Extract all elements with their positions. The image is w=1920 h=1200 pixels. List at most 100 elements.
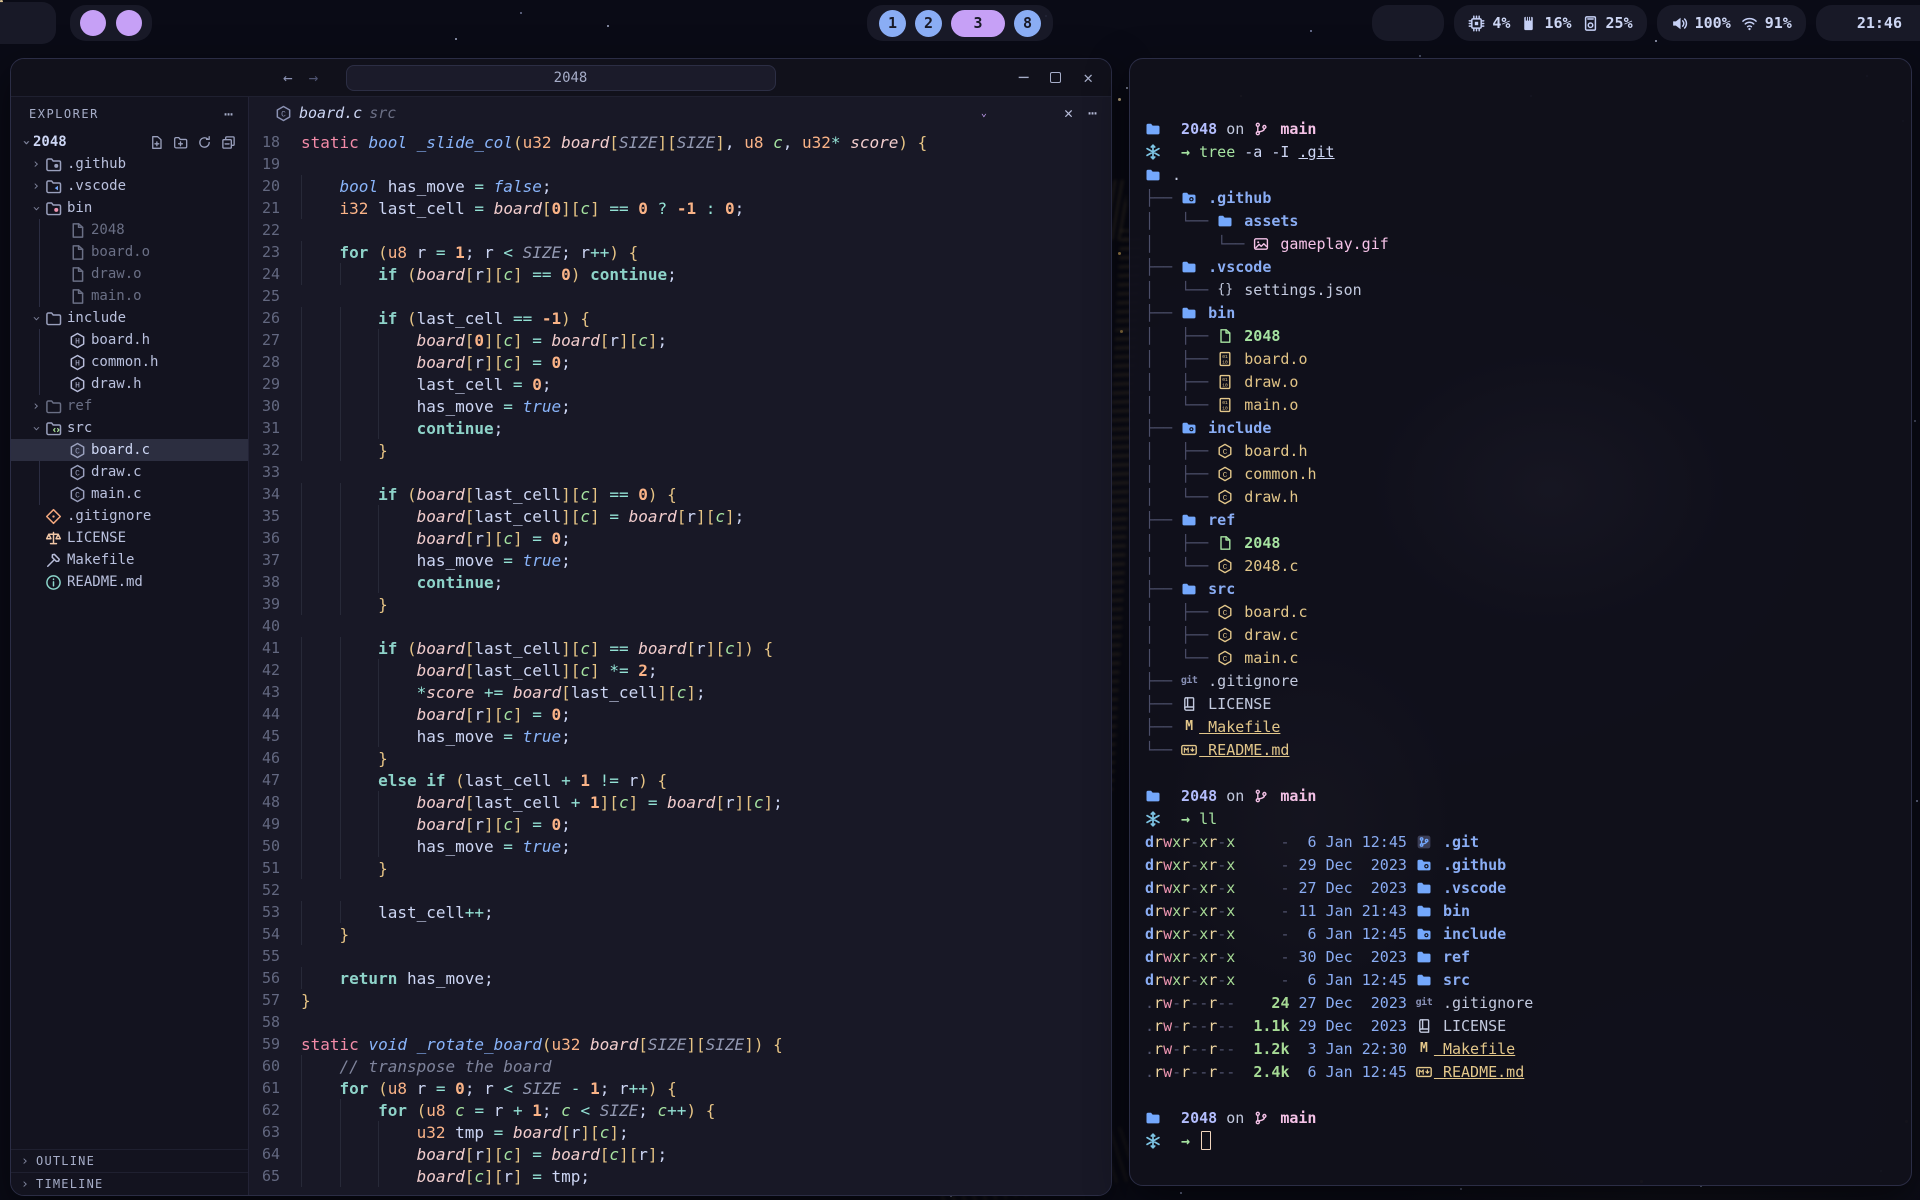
terminal-window[interactable]: 2048 on main → tree -a -I .git .├── .git… [1129, 58, 1912, 1186]
chevron-down-icon[interactable]: › [29, 311, 44, 325]
explorer-item-README.md[interactable]: README.md [11, 571, 248, 593]
explorer-more-button[interactable]: ⋯ [224, 105, 234, 123]
explorer-item-ref[interactable]: ›ref [11, 395, 248, 417]
explorer-label: board.o [91, 244, 150, 260]
tree-guide: ├── [1145, 672, 1181, 690]
chevron-down-icon[interactable]: › [19, 135, 34, 149]
workspace-badge-1[interactable]: 1 [879, 10, 906, 37]
explorer-item-main.c[interactable]: Cmain.c [11, 483, 248, 505]
code-line-46: 46} [249, 747, 1111, 769]
resource-monitor[interactable]: 4%16%25% [1454, 5, 1646, 41]
folder-icon [1217, 213, 1233, 229]
perm-char: r [1208, 833, 1217, 851]
svg-text:01: 01 [1222, 400, 1228, 406]
chex-t-icon: C [1217, 466, 1233, 482]
refresh-explorer-button[interactable] [197, 135, 212, 150]
explorer-item-.gitignore[interactable]: .gitignore [11, 505, 248, 527]
cpu-stat: 4% [1468, 14, 1510, 32]
explorer-item-.github[interactable]: ›.github [11, 153, 248, 175]
file-size: - [1235, 879, 1289, 897]
split-editor-button[interactable] [1033, 105, 1049, 121]
command-center-search[interactable]: 2048 [346, 65, 776, 91]
explorer-item-.vscode[interactable]: ›.vscode [11, 175, 248, 197]
code-line-21: 21i32 last_cell = board[0][c] == 0 ? -1 … [249, 197, 1111, 219]
explorer-item-draw.h[interactable]: Hdraw.h [11, 373, 248, 395]
explorer-item-2048[interactable]: 2048 [11, 219, 248, 241]
perm-char: r [1181, 856, 1190, 874]
close-button[interactable]: ✕ [1083, 68, 1093, 87]
tree-entry-name: board.o [1235, 350, 1307, 368]
run-debug-button[interactable] [961, 105, 977, 121]
explorer-item-common.h[interactable]: Hcommon.h [11, 351, 248, 373]
explorer-item-Makefile[interactable]: Makefile [11, 549, 248, 571]
chevron-down-icon[interactable]: › [29, 421, 44, 435]
line-number: 50 [249, 837, 301, 855]
explorer-item-main.o[interactable]: main.o [11, 285, 248, 307]
perm-char: x [1199, 925, 1208, 943]
run-dropdown-icon[interactable]: ⌄ [981, 108, 987, 119]
perm-char: r [1154, 971, 1163, 989]
clock-widget[interactable]: 21:46 [1816, 5, 1920, 41]
editor-more-button[interactable]: ⋯ [1088, 104, 1097, 122]
tree-entry-name: src [1199, 580, 1235, 598]
nav-forward-button[interactable]: → [309, 68, 319, 87]
new-file-button[interactable] [149, 135, 164, 150]
code-line-30: 30has_move = true; [249, 395, 1111, 417]
explorer-item-draw.c[interactable]: Cdraw.c [11, 461, 248, 483]
explorer-item-board.o[interactable]: board.o [11, 241, 248, 263]
explorer-item-draw.o[interactable]: draw.o [11, 263, 248, 285]
explorer-item-board.c[interactable]: Cboard.c [11, 439, 248, 461]
code-line-18: 18static bool _slide_col(u32 board[SIZE]… [249, 131, 1111, 153]
prompt-snowflake-icon [1145, 144, 1161, 160]
explorer-item-board.h[interactable]: Hboard.h [11, 329, 248, 351]
code-line-34: 34if (board[last_cell][c] == 0) { [249, 483, 1111, 505]
explorer-item-bin[interactable]: ›bin [11, 197, 248, 219]
signal-icon [1386, 15, 1403, 32]
workspace-badge-3[interactable]: 3 [951, 10, 1005, 37]
weather-widget[interactable] [1372, 5, 1444, 41]
line-number: 46 [249, 749, 301, 767]
explorer-item-src[interactable]: › src [11, 417, 248, 439]
explorer-label: src [67, 420, 92, 436]
explorer-item-include[interactable]: ›include [11, 307, 248, 329]
nav-back-button[interactable]: ← [283, 68, 293, 87]
breadcrumb[interactable]: C board.c src [275, 104, 396, 122]
explorer-item-2048[interactable]: ›2048 [11, 131, 248, 153]
tree-guide: │ └── [1145, 649, 1217, 667]
vscode-titlebar[interactable]: ← → 2048 ─ ✕ [11, 59, 1111, 97]
media-prev-button[interactable] [80, 10, 106, 36]
tree-entry-name: common.h [1235, 465, 1316, 483]
settings-gear-button[interactable] [1002, 105, 1018, 121]
chevron-right-icon[interactable]: › [29, 179, 43, 194]
prompt-snowflake-icon [1145, 811, 1161, 827]
audio-network-widget[interactable]: 100%91% [1657, 5, 1806, 41]
outline-panel-header[interactable]: ›OUTLINE [11, 1149, 248, 1172]
workspace-badge-8[interactable]: 8 [1014, 10, 1041, 37]
explorer-item-LICENSE[interactable]: LICENSE [11, 527, 248, 549]
minimize-button[interactable]: ─ [1019, 68, 1029, 87]
code-line-49: 49board[r][c] = 0; [249, 813, 1111, 835]
launcher-button[interactable] [0, 2, 56, 44]
close-editor-button[interactable]: ✕ [1064, 104, 1073, 122]
perm-char: r [1154, 833, 1163, 851]
tree-guide: │ ├── [1145, 465, 1217, 483]
cloud-icon [1413, 15, 1430, 32]
chevron-right-icon[interactable]: › [29, 157, 43, 172]
chevron-down-icon[interactable]: › [29, 201, 44, 215]
svg-text:H: H [75, 381, 80, 390]
maximize-button[interactable] [1050, 72, 1061, 83]
tree-output-line: ├── bin [1145, 301, 1911, 324]
chevron-right-icon[interactable]: › [29, 399, 43, 414]
file-size: - [1235, 902, 1289, 920]
workspace-badge-2[interactable]: 2 [915, 10, 942, 37]
media-next-button[interactable] [116, 10, 142, 36]
editor-pane[interactable]: C board.c src ⌄ ✕ ⋯ 18static bool _slide… [249, 97, 1111, 1195]
tree-guide: │ └── [1145, 488, 1217, 506]
code-line-38: 38continue; [249, 571, 1111, 593]
svg-text:01: 01 [1222, 377, 1228, 383]
new-folder-button[interactable] [173, 135, 188, 150]
collapse-folders-button[interactable] [221, 135, 236, 150]
timeline-panel-header[interactable]: ›TIMELINE [11, 1172, 248, 1195]
perm-char: w [1163, 1063, 1172, 1081]
code-editor[interactable]: 18static bool _slide_col(u32 board[SIZE]… [249, 129, 1111, 1195]
